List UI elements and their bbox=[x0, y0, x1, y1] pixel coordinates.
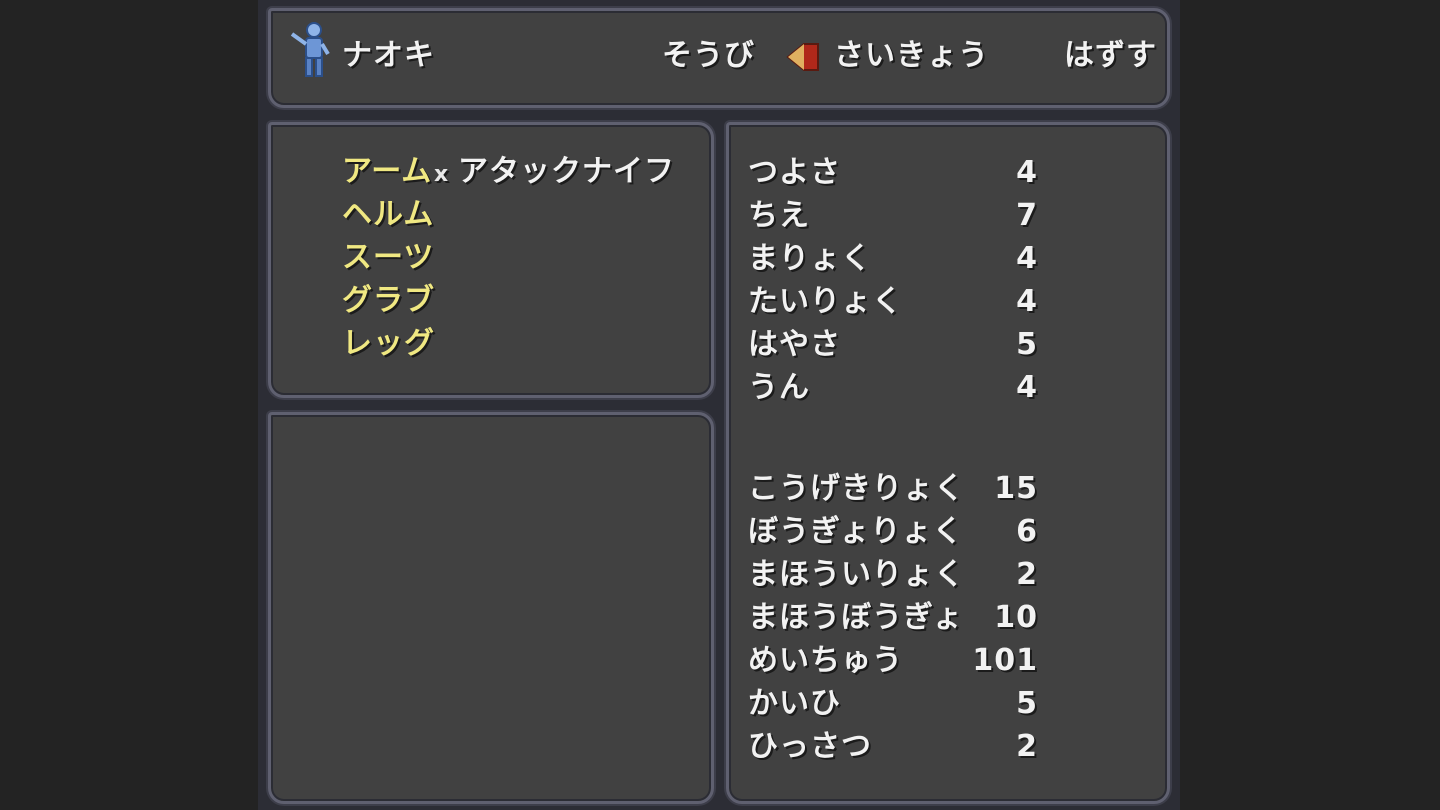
combat-stat-value: 2 bbox=[1016, 729, 1038, 764]
combat-stat-value: 2 bbox=[1016, 557, 1038, 592]
combat-stat-value: 10 bbox=[994, 600, 1038, 635]
stat-label: うん bbox=[748, 370, 810, 405]
menu-remove[interactable]: はずす bbox=[1064, 38, 1157, 74]
stat-label: つよさ bbox=[748, 155, 841, 190]
equipped-marker: x bbox=[434, 162, 449, 187]
combat-stat-value: 101 bbox=[972, 643, 1038, 678]
combat-stat-label: ひっさつ bbox=[748, 729, 872, 764]
combat-stat-label: めいちゅう bbox=[748, 643, 903, 678]
stat-value: 4 bbox=[1016, 370, 1038, 405]
game-screen: ナオキ そうび さいきょう はずす アーム x アタックナイフ ヘルム スーツ … bbox=[258, 0, 1180, 810]
character-sprite-icon bbox=[290, 22, 330, 77]
slot-arm-label[interactable]: アーム bbox=[342, 154, 432, 190]
menu-equip[interactable]: そうび bbox=[662, 38, 755, 74]
stat-label: ちえ bbox=[748, 198, 810, 233]
cursor-arrow-icon bbox=[786, 43, 819, 71]
menu-optimize[interactable]: さいきょう bbox=[834, 38, 989, 74]
combat-stat-value: 6 bbox=[1016, 514, 1038, 549]
stat-label: たいりょく bbox=[748, 284, 903, 319]
slot-suit-label[interactable]: スーツ bbox=[342, 240, 434, 276]
slot-helm-label[interactable]: ヘルム bbox=[342, 197, 434, 233]
character-name: ナオキ bbox=[342, 38, 435, 73]
combat-stat-value: 5 bbox=[1016, 686, 1038, 721]
stat-value: 4 bbox=[1016, 155, 1038, 190]
stat-value: 4 bbox=[1016, 241, 1038, 276]
stat-value: 5 bbox=[1016, 327, 1038, 362]
stat-label: まりょく bbox=[748, 241, 872, 276]
item-list-window bbox=[268, 412, 714, 804]
combat-stat-label: かいひ bbox=[748, 686, 841, 721]
stat-value: 4 bbox=[1016, 284, 1038, 319]
slot-glove-label[interactable]: グラブ bbox=[342, 283, 435, 319]
stat-label: はやさ bbox=[748, 327, 841, 362]
slot-leg-label[interactable]: レッグ bbox=[342, 326, 435, 362]
combat-stat-value: 15 bbox=[994, 471, 1038, 506]
slot-arm-item[interactable]: アタックナイフ bbox=[458, 154, 675, 190]
stat-value: 7 bbox=[1016, 198, 1038, 233]
